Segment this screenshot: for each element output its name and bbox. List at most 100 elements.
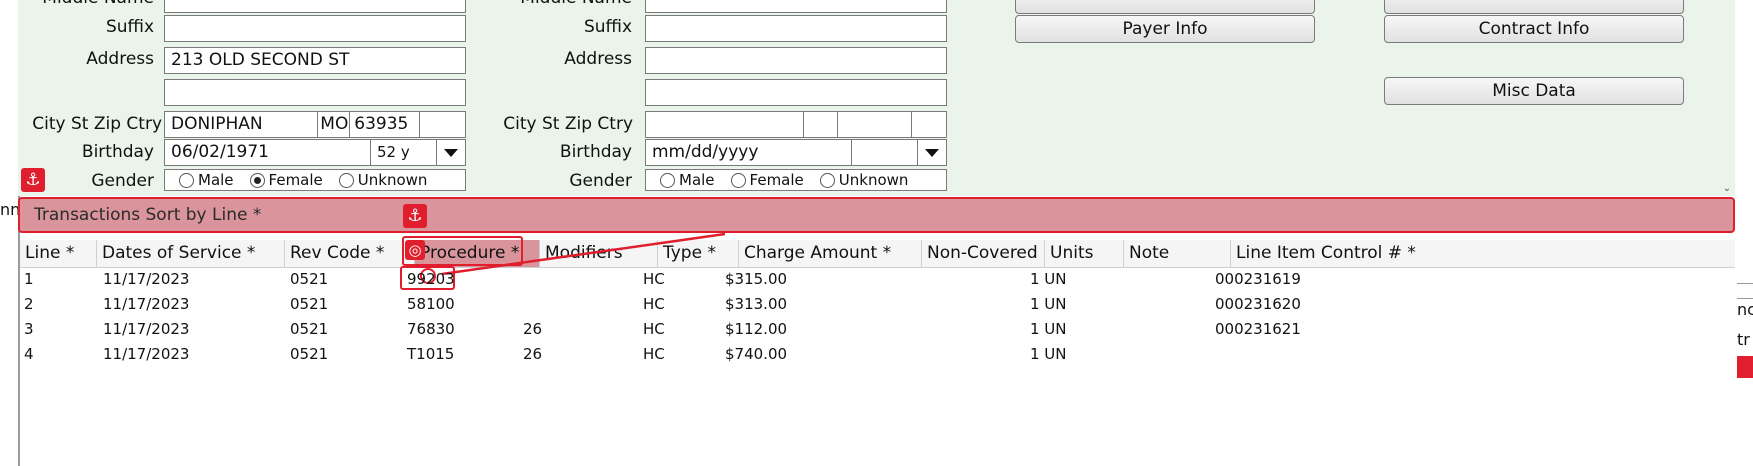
radio-label: Unknown xyxy=(357,171,428,189)
cell-proc[interactable]: 76830 xyxy=(407,317,455,342)
insured-state-field[interactable] xyxy=(804,112,838,137)
transactions-grid-header: Line * Dates of Service * Rev Code * Pro… xyxy=(20,240,1735,268)
cell-charge[interactable]: $112.00 xyxy=(725,317,787,342)
cell-dos[interactable]: 11/17/2023 xyxy=(103,342,189,367)
insured-city-field[interactable] xyxy=(646,112,804,137)
patient-zip-field[interactable]: 63935 xyxy=(350,112,421,137)
cell-rev[interactable]: 0521 xyxy=(290,342,328,367)
cell-type[interactable]: HC xyxy=(643,317,665,342)
insured-address-line1-field[interactable] xyxy=(645,47,947,74)
right-red-marker xyxy=(1737,356,1753,378)
patient-middle-name-label: Middle Name xyxy=(20,0,154,8)
radio-label: Male xyxy=(679,171,715,189)
patient-birthday-dropdown[interactable] xyxy=(436,140,465,165)
cell-dos[interactable]: 11/17/2023 xyxy=(103,292,189,317)
radio-icon xyxy=(730,172,746,188)
radio-icon xyxy=(338,172,354,188)
misc-data-button[interactable]: Misc Data xyxy=(1384,77,1684,105)
patient-suffix-field[interactable] xyxy=(164,15,466,42)
insured-middle-name-label: Middle Name xyxy=(500,0,632,8)
contract-info-button[interactable]: Contract Info xyxy=(1384,15,1684,43)
cell-rev[interactable]: 0521 xyxy=(290,292,328,317)
top-right-button[interactable] xyxy=(1384,0,1684,14)
patient-birthday-row: 06/02/1971 52 y xyxy=(164,139,466,166)
col-line[interactable]: Line * xyxy=(20,240,97,267)
radio-label: Female xyxy=(268,171,323,189)
cell-lic[interactable]: 000231620 xyxy=(1215,292,1301,317)
cell-units[interactable]: 1 UN xyxy=(1030,267,1067,292)
radio-icon xyxy=(819,172,835,188)
patient-gender-unknown[interactable]: Unknown xyxy=(338,171,428,189)
cell-line[interactable]: 2 xyxy=(24,292,34,317)
insured-city-label: City St Zip Ctry xyxy=(503,114,633,134)
patient-birthday-field[interactable]: 06/02/1971 xyxy=(165,140,371,165)
patient-address-line2-field[interactable] xyxy=(164,79,466,106)
insured-country-field[interactable] xyxy=(912,112,946,137)
col-non-covered[interactable]: Non-Covered xyxy=(922,240,1045,267)
top-left-button[interactable] xyxy=(1015,0,1315,14)
table-row[interactable]: 4 11/17/2023 0521 T1015 26 HC $740.00 1 UN xyxy=(20,342,1735,367)
cell-line[interactable]: 1 xyxy=(24,267,34,292)
insured-address-line2-field[interactable] xyxy=(645,79,947,106)
cell-line[interactable]: 3 xyxy=(24,317,34,342)
patient-middle-name-field[interactable] xyxy=(164,0,466,13)
patient-state-field[interactable]: MO xyxy=(318,112,351,137)
cell-type[interactable]: HC xyxy=(643,292,665,317)
cell-dos[interactable]: 11/17/2023 xyxy=(103,317,189,342)
col-charge-amount[interactable]: Charge Amount * xyxy=(739,240,922,267)
cell-units[interactable]: 1 UN xyxy=(1030,317,1067,342)
insured-birthday-dropdown[interactable] xyxy=(917,140,946,165)
col-units[interactable]: Units xyxy=(1045,240,1124,267)
insured-gender-male[interactable]: Male xyxy=(660,171,715,189)
cell-rev[interactable]: 0521 xyxy=(290,267,328,292)
col-dates-of-service[interactable]: Dates of Service * xyxy=(97,240,285,267)
cell-lic[interactable]: 000231621 xyxy=(1215,317,1301,342)
col-note[interactable]: Note xyxy=(1124,240,1231,267)
cell-mod[interactable]: 26 xyxy=(523,342,542,367)
insured-address-label: Address xyxy=(564,49,632,69)
cell-charge[interactable]: $313.00 xyxy=(725,292,787,317)
chevron-down-icon xyxy=(444,148,458,157)
insured-gender-unknown[interactable]: Unknown xyxy=(819,171,908,189)
patient-gender-female[interactable]: Female xyxy=(249,171,323,189)
right-panel-fragment-1: nc xyxy=(1737,300,1753,319)
cell-lic[interactable]: 000231619 xyxy=(1215,267,1301,292)
cell-proc[interactable]: 58100 xyxy=(407,292,455,317)
cell-proc[interactable]: 99203 xyxy=(407,267,455,292)
payer-info-button[interactable]: Payer Info xyxy=(1015,15,1315,43)
cell-type[interactable]: HC xyxy=(643,267,665,292)
cell-mod[interactable]: 26 xyxy=(523,317,542,342)
insured-suffix-label: Suffix xyxy=(583,17,632,37)
patient-gender-radio-group: Male Female Unknown xyxy=(164,169,466,191)
transactions-section-header[interactable]: Transactions Sort by Line * xyxy=(18,197,1735,233)
patient-country-field[interactable] xyxy=(420,112,465,137)
patient-age-field: 52 y xyxy=(377,143,410,161)
cell-type[interactable]: HC xyxy=(643,342,665,367)
insured-zip-field[interactable] xyxy=(838,112,912,137)
col-rev-code[interactable]: Rev Code * xyxy=(285,240,415,267)
radio-label: Male xyxy=(198,171,234,189)
cell-units[interactable]: 1 UN xyxy=(1030,342,1067,367)
scroll-down-arrow[interactable]: ⌄ xyxy=(1720,183,1734,195)
table-row[interactable]: 2 11/17/2023 0521 58100 HC $313.00 1 UN 0002316… xyxy=(20,292,1735,317)
patient-address-line1-field[interactable]: 213 OLD SECOND ST xyxy=(164,47,466,74)
cell-charge[interactable]: $740.00 xyxy=(725,342,787,367)
col-line-item-control[interactable]: Line Item Control # * xyxy=(1231,240,1735,267)
cell-charge[interactable]: $315.00 xyxy=(725,267,787,292)
table-row[interactable]: 3 11/17/2023 0521 76830 26 HC $112.00 1 UN 00023… xyxy=(20,317,1735,342)
cell-dos[interactable]: 11/17/2023 xyxy=(103,267,189,292)
insured-gender-radio-group: Male Female Unknown xyxy=(645,169,947,191)
table-row[interactable]: 1 11/17/2023 0521 99203 HC $315.00 1 UN 0002316… xyxy=(20,267,1735,292)
insured-birthday-field[interactable]: mm/dd/yyyy xyxy=(646,140,852,165)
cell-proc[interactable]: T1015 xyxy=(407,342,454,367)
patient-suffix-label: Suffix xyxy=(105,17,154,37)
insured-middle-name-field[interactable] xyxy=(645,0,947,13)
patient-gender-male[interactable]: Male xyxy=(179,171,234,189)
patient-city-field[interactable]: DONIPHAN xyxy=(165,112,319,137)
cell-line[interactable]: 4 xyxy=(24,342,34,367)
radio-label: Female xyxy=(749,171,804,189)
cell-units[interactable]: 1 UN xyxy=(1030,292,1067,317)
insured-suffix-field[interactable] xyxy=(645,15,947,42)
insured-gender-female[interactable]: Female xyxy=(730,171,804,189)
cell-rev[interactable]: 0521 xyxy=(290,317,328,342)
